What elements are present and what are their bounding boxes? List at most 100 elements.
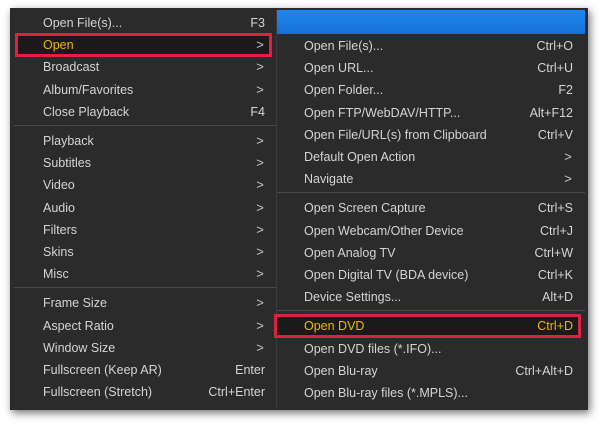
open-submenu-item-label: Open Folder...: [304, 83, 384, 98]
main-menu-item-label: Filters: [43, 222, 78, 237]
main-menu-item-misc[interactable]: Misc >: [43, 263, 265, 285]
open-submenu-item-label: Open File(s)...: [304, 39, 384, 53]
main-menu-item-subtitles[interactable]: Subtitles >: [43, 152, 265, 174]
main-menu-item-video[interactable]: Video >: [43, 174, 265, 196]
open-submenu-item-device-settings[interactable]: Device Settings... Alt+D: [304, 286, 573, 308]
chevron-right-icon: >: [256, 221, 264, 237]
open-submenu-item-label: Open Webcam/Other Device: [304, 223, 464, 238]
chevron-right-icon: >: [256, 155, 264, 171]
open-submenu-item-shortcut: Alt+F12: [529, 105, 573, 120]
main-menu-item-skins[interactable]: Skins >: [43, 241, 265, 263]
chevron-right-icon: >: [256, 177, 264, 193]
background-window-titlebar: [277, 10, 585, 34]
open-submenu-item-shortcut: Ctrl+S: [537, 201, 573, 216]
chevron-right-icon: >: [564, 171, 572, 187]
open-submenu-item-shortcut: Ctrl+Alt+D: [515, 363, 573, 378]
chevron-right-icon: >: [256, 295, 264, 311]
open-submenu-separator: [277, 310, 585, 312]
main-menu-item-playback[interactable]: Playback >: [43, 130, 265, 152]
chevron-right-icon: >: [256, 59, 264, 75]
main-menu-item-label: Subtitles: [43, 156, 91, 171]
main-menu-item-shortcut: F3: [250, 16, 265, 30]
open-submenu-item-open-blu-ray-files-mpls[interactable]: Open Blu-ray files (*.MPLS)...: [304, 382, 573, 404]
open-submenu-item-open-digital-tv-bda-device[interactable]: Open Digital TV (BDA device) Ctrl+K: [304, 264, 573, 286]
main-menu-item-label: Audio: [43, 200, 75, 215]
open-submenu-item-open-blu-ray[interactable]: Open Blu-ray Ctrl+Alt+D: [304, 360, 573, 382]
open-submenu-item-default-open-action[interactable]: Default Open Action >: [304, 146, 573, 168]
main-menu-item-label: Aspect Ratio: [43, 318, 114, 333]
open-submenu-item-open-folder[interactable]: Open Folder... F2: [304, 79, 573, 101]
open-submenu-item-open-webcam-other-device[interactable]: Open Webcam/Other Device Ctrl+J: [304, 220, 573, 242]
main-menu-item-label: Broadcast: [43, 60, 100, 75]
main-menu-item-label: Fullscreen (Keep AR): [43, 363, 162, 377]
open-submenu-item-open-url[interactable]: Open URL... Ctrl+U: [304, 57, 573, 79]
open-submenu-item-label: Open DVD files (*.IFO)...: [304, 341, 442, 356]
open-submenu-item-open-dvd-files-ifo[interactable]: Open DVD files (*.IFO)...: [304, 338, 573, 360]
open-submenu-item-open-file-url-s-from-clipboard[interactable]: Open File/URL(s) from Clipboard Ctrl+V: [304, 124, 573, 146]
open-submenu-item-label: Open Blu-ray files (*.MPLS)...: [304, 386, 468, 400]
open-submenu-item-label: Default Open Action: [304, 150, 416, 164]
main-menu-item-open[interactable]: Open >: [43, 34, 265, 56]
open-submenu-item-label: Open Screen Capture: [304, 201, 426, 216]
main-menu-item-label: Album/Favorites: [43, 82, 134, 97]
chevron-right-icon: >: [256, 199, 264, 215]
main-menu-item-fullscreen-keep-ar[interactable]: Fullscreen (Keep AR) Enter: [43, 359, 265, 381]
main-menu-item-label: Fullscreen (Stretch): [43, 385, 153, 400]
main-menu-separator: [14, 287, 276, 289]
open-submenu-item-open-ftp-webdav-http[interactable]: Open FTP/WebDAV/HTTP... Alt+F12: [304, 102, 573, 124]
open-submenu-item-shortcut: Alt+D: [542, 290, 573, 305]
chevron-right-icon: >: [256, 133, 264, 148]
main-menu-item-close-playback[interactable]: Close Playback F4: [43, 101, 265, 123]
main-menu-item-label: Close Playback: [43, 104, 130, 119]
open-submenu-item-shortcut: F2: [558, 83, 573, 98]
open-submenu-item-label: Device Settings...: [304, 290, 402, 305]
open-submenu-item-shortcut: Ctrl+O: [536, 39, 573, 53]
chevron-right-icon: >: [256, 339, 264, 355]
main-menu-item-shortcut: F4: [250, 104, 265, 119]
main-menu-item-filters[interactable]: Filters >: [43, 219, 265, 241]
open-submenu-item-shortcut: Ctrl+U: [537, 61, 573, 76]
main-menu-item-label: Video: [43, 178, 75, 193]
open-submenu-item-shortcut: Ctrl+D: [537, 319, 573, 334]
main-menu-item-label: Playback: [43, 134, 94, 148]
main-menu-item-frame-size[interactable]: Frame Size >: [43, 292, 265, 314]
open-submenu-item-open-analog-tv[interactable]: Open Analog TV Ctrl+W: [304, 242, 573, 264]
chevron-right-icon: >: [256, 81, 264, 97]
chevron-right-icon: >: [256, 317, 264, 333]
open-submenu-item-navigate[interactable]: Navigate >: [304, 168, 573, 190]
open-submenu-item-shortcut: Ctrl+W: [534, 245, 573, 260]
main-menu-item-shortcut: Enter: [235, 363, 265, 377]
main-menu-item-broadcast[interactable]: Broadcast >: [43, 56, 265, 78]
open-submenu-item-label: Open Digital TV (BDA device): [304, 268, 469, 282]
main-menu-item-window-size[interactable]: Window Size >: [43, 337, 265, 359]
open-submenu-item-open-file-s[interactable]: Open File(s)... Ctrl+O: [304, 35, 573, 57]
open-submenu-item-shortcut: Ctrl+V: [537, 127, 573, 142]
open-submenu-item-label: Open Blu-ray: [304, 363, 378, 378]
main-menu-item-label: Open File(s)...: [43, 16, 123, 30]
menu-divider: [276, 10, 277, 408]
open-submenu-separator: [277, 192, 585, 194]
main-menu-item-label: Frame Size: [43, 296, 107, 311]
open-submenu-item-shortcut: Ctrl+K: [537, 268, 573, 282]
main-menu-item-label: Misc: [43, 267, 69, 282]
main-menu-item-open-file-s[interactable]: Open File(s)... F3: [43, 12, 265, 34]
open-submenu-item-label: Navigate: [304, 172, 354, 187]
open-submenu-item-label: Open File/URL(s) from Clipboard: [304, 127, 487, 142]
open-submenu-item-shortcut: Ctrl+J: [540, 223, 573, 238]
open-submenu-item-label: Open FTP/WebDAV/HTTP...: [304, 105, 461, 120]
chevron-right-icon: >: [256, 266, 264, 282]
main-menu-item-label: Skins: [43, 245, 74, 259]
open-submenu-item-open-screen-capture[interactable]: Open Screen Capture Ctrl+S: [304, 197, 573, 219]
main-menu-separator: [14, 125, 276, 126]
main-menu-item-shortcut: Ctrl+Enter: [208, 385, 265, 400]
main-menu-item-audio[interactable]: Audio >: [43, 197, 265, 219]
open-submenu-item-open-dvd[interactable]: Open DVD Ctrl+D: [304, 315, 573, 337]
open-submenu-item-label: Open Analog TV: [304, 245, 396, 260]
main-menu-item-album-favorites[interactable]: Album/Favorites >: [43, 79, 265, 101]
chevron-right-icon: >: [256, 37, 264, 53]
open-submenu-item-label: Open URL...: [304, 61, 374, 76]
chevron-right-icon: >: [564, 149, 572, 164]
main-menu-item-aspect-ratio[interactable]: Aspect Ratio >: [43, 315, 265, 337]
main-menu-item-fullscreen-stretch[interactable]: Fullscreen (Stretch) Ctrl+Enter: [43, 381, 265, 403]
open-submenu-item-label: Open DVD: [304, 319, 365, 334]
